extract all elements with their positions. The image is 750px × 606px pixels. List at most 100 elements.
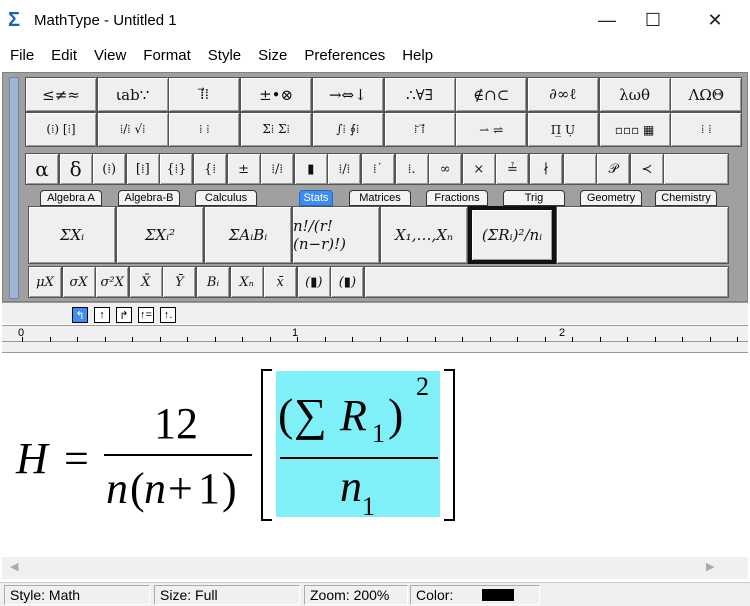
symbol-button-19[interactable]: ≺ (629, 153, 664, 185)
ruler-tick (269, 337, 271, 342)
template-button-4[interactable]: n!/(r!(n−r)!) (292, 206, 380, 264)
tab-geometry[interactable]: Geometry (580, 190, 642, 206)
small-template-button-3[interactable]: σ²X (95, 266, 130, 298)
left-tab-stop-button[interactable]: ↰ (72, 307, 88, 323)
template-button-5[interactable]: X₁,…,Xₙ (380, 206, 468, 264)
ruler-tick (324, 337, 326, 342)
symbol-button-14[interactable]: × (461, 153, 496, 185)
template-button-1[interactable]: ΣXᵢ (28, 206, 116, 264)
symbol-button-9[interactable]: ▮ (293, 153, 328, 185)
palette-button-11[interactable]: (⁞) [⁞] (25, 112, 97, 147)
toolbar-grip[interactable] (9, 77, 19, 299)
palette-button-8[interactable]: ∂∞ℓ (526, 77, 599, 112)
ruler-tick (214, 337, 216, 342)
scroll-right-icon[interactable]: ▶ (706, 560, 714, 573)
symbol-button-15[interactable]: ≟ (495, 153, 530, 185)
small-template-button-8[interactable]: x̄ (263, 266, 298, 298)
palette-button-1[interactable]: ≤≠≈ (25, 77, 97, 112)
symbol-button-7[interactable]: ± (226, 153, 261, 185)
tab-stats[interactable]: Stats (299, 190, 333, 206)
small-template-button-10[interactable]: (▮) (330, 266, 365, 298)
tab-trig[interactable]: Trig (503, 190, 565, 206)
palette-button-13[interactable]: ⁞ ⁞ (168, 112, 241, 147)
palette-button-10[interactable]: ΛΩΘ (670, 77, 743, 112)
palette-button-17[interactable]: ⇀ ⇌ (455, 112, 528, 147)
small-template-button-1[interactable]: μX (28, 266, 62, 298)
close-button[interactable]: ✕ (692, 0, 738, 40)
ruler-tick (407, 337, 408, 342)
symbol-button-6[interactable]: {⁞ (193, 153, 227, 185)
tab-algebra-b[interactable]: Algebra-B (118, 190, 180, 206)
template-button-3[interactable]: ΣAᵢBᵢ (204, 206, 292, 264)
palette-button-16[interactable]: ⁞̄ ⁞⃗ (383, 112, 456, 147)
tab-matrices[interactable]: Matrices (349, 190, 411, 206)
palette-button-9[interactable]: λωθ (598, 77, 671, 112)
palette-button-5[interactable]: →⇔↓ (311, 77, 384, 112)
small-template-button-4[interactable]: X̄ (128, 266, 163, 298)
small-template-button-9[interactable]: (▮) (296, 266, 331, 298)
symbol-button-5[interactable]: {⁞} (159, 153, 194, 185)
symbol-button-13[interactable]: ∞ (428, 153, 463, 185)
menu-preferences[interactable]: Preferences (294, 44, 392, 70)
ruler[interactable]: 0 1 2 (2, 325, 748, 353)
palette-button-4[interactable]: ±•⊗ (240, 77, 313, 112)
menu-file[interactable]: File (0, 44, 41, 70)
symbol-button-12[interactable]: ⁞. (394, 153, 429, 185)
eq-den-plus: + (168, 464, 193, 513)
symbol-button-empty[interactable] (663, 153, 729, 185)
symbol-button-8[interactable]: ⁞/⁞ (260, 153, 295, 185)
equation-editing-area[interactable]: H = 12 n ( n + 1 ) ( ∑ R 1 ) 2 n 1 (2, 355, 748, 557)
palette-button-3[interactable]: ⁞⃗⁞ (168, 77, 241, 112)
palette-button-12[interactable]: ⁞/⁞ √⁞ (96, 112, 169, 147)
palette-button-20[interactable]: ⁞ ⁞ (670, 112, 743, 147)
center-tab-stop-button[interactable]: ↑ (94, 307, 110, 323)
scroll-left-icon[interactable]: ◀ (10, 560, 18, 573)
menu-size[interactable]: Size (248, 44, 294, 70)
symbol-button-1[interactable]: α (25, 153, 59, 185)
palette-button-19[interactable]: ▫▫▫ ▦ (598, 112, 671, 147)
palette-button-18[interactable]: Π̲ Ụ (526, 112, 599, 147)
symbol-button-18[interactable]: 𝒫 (596, 153, 631, 185)
menu-style[interactable]: Style (198, 44, 248, 70)
menu-view[interactable]: View (84, 44, 133, 70)
symbol-button-4[interactable]: [⁞] (125, 153, 160, 185)
toolbar-panel: ≤≠≈ (⁞) [⁞] ⍳ab∵ ⁞/⁞ √⁞ ⁞⃗⁞ ⁞ ⁞ ±•⊗ Σ⁞ Σ⁞ →⇔↓ ∫⁞ … (2, 72, 748, 302)
small-template-button-5[interactable]: Ȳ (162, 266, 197, 298)
symbol-button-2[interactable]: δ (58, 153, 93, 185)
eq-den-close: ) (222, 464, 237, 513)
palette-button-15[interactable]: ∫⁞ ∮⁞ (311, 112, 384, 147)
palette-button-14[interactable]: Σ⁞ Σ⁞ (240, 112, 313, 147)
ruler-tick (297, 337, 298, 342)
template-button-6[interactable]: (ΣRᵢ)²/nᵢ (468, 206, 556, 264)
template-button-empty[interactable] (556, 206, 729, 264)
relation-tab-stop-button[interactable]: ↑= (138, 307, 154, 323)
palette-button-6[interactable]: ∴∀∃ (383, 77, 456, 112)
decimal-tab-stop-button[interactable]: ↑. (160, 307, 176, 323)
template-button-2[interactable]: ΣXᵢ² (116, 206, 204, 264)
small-template-button-6[interactable]: Bᵢ (196, 266, 230, 298)
tab-chemistry[interactable]: Chemistry (655, 190, 717, 206)
color-swatch (482, 589, 514, 601)
minimize-button[interactable]: — (584, 0, 630, 40)
symbol-button-16[interactable]: ∤ (529, 153, 563, 185)
menu-edit[interactable]: Edit (41, 44, 84, 70)
tab-algebra-a[interactable]: Algebra A (40, 190, 102, 206)
menu-format[interactable]: Format (133, 44, 198, 70)
tab-calculus[interactable]: Calculus (195, 190, 257, 206)
ruler-tick (22, 337, 23, 342)
small-template-empty[interactable] (364, 266, 729, 298)
horizontal-scrollbar[interactable]: ◀ ▶ (2, 557, 748, 579)
maximize-button[interactable]: ☐ (630, 0, 676, 40)
small-template-button-7[interactable]: Xₙ (229, 266, 264, 298)
symbol-button-17[interactable] (562, 153, 597, 185)
right-tab-stop-button[interactable]: ↱ (116, 307, 132, 323)
palette-button-2[interactable]: ⍳ab∵ (96, 77, 169, 112)
menu-help[interactable]: Help (392, 44, 440, 70)
small-template-button-2[interactable]: σX (61, 266, 96, 298)
symbol-button-10[interactable]: ⁞/⁞ (327, 153, 362, 185)
tab-fractions[interactable]: Fractions (426, 190, 488, 206)
ruler-tick (682, 337, 683, 342)
symbol-button-3[interactable]: (⁞) (92, 153, 127, 185)
symbol-button-11[interactable]: ⁞˙ (361, 153, 395, 185)
palette-button-7[interactable]: ∉∩⊂ (455, 77, 528, 112)
